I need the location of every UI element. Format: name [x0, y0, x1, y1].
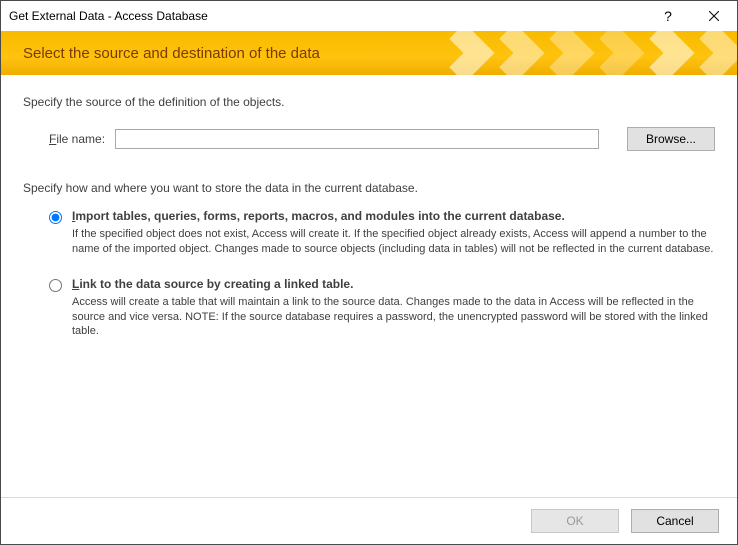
footer: OK Cancel: [1, 497, 737, 544]
help-button[interactable]: ?: [645, 1, 691, 31]
window-title: Get External Data - Access Database: [9, 9, 645, 23]
radio-link[interactable]: Link to the data source by creating a li…: [49, 277, 715, 340]
store-radio-group: Import tables, queries, forms, reports, …: [23, 209, 715, 339]
banner-title: Select the source and destination of the…: [23, 45, 320, 62]
radio-import-desc: If the specified object does not exist, …: [72, 227, 715, 257]
banner: Select the source and destination of the…: [1, 31, 737, 75]
banner-decoration: [417, 31, 737, 75]
dialog-window: Get External Data - Access Database ? Se…: [0, 0, 738, 545]
content-area: Specify the source of the definition of …: [1, 75, 737, 497]
file-name-input[interactable]: [115, 129, 599, 149]
radio-import-body: Import tables, queries, forms, reports, …: [72, 209, 715, 257]
close-icon: [709, 11, 719, 21]
radio-link-desc: Access will create a table that will mai…: [72, 295, 715, 340]
titlebar-controls: ?: [645, 1, 737, 31]
radio-link-input[interactable]: [49, 279, 62, 292]
radio-import-title: Import tables, queries, forms, reports, …: [72, 209, 715, 223]
titlebar: Get External Data - Access Database ?: [1, 1, 737, 31]
cancel-button[interactable]: Cancel: [631, 509, 719, 533]
radio-import-input[interactable]: [49, 211, 62, 224]
source-section-label: Specify the source of the definition of …: [23, 95, 715, 109]
file-name-label: File name:: [49, 132, 105, 146]
file-row: File name: Browse...: [23, 127, 715, 151]
browse-button[interactable]: Browse...: [627, 127, 715, 151]
close-button[interactable]: [691, 1, 737, 31]
radio-import[interactable]: Import tables, queries, forms, reports, …: [49, 209, 715, 257]
radio-link-title: Link to the data source by creating a li…: [72, 277, 715, 291]
radio-link-body: Link to the data source by creating a li…: [72, 277, 715, 340]
store-section-label: Specify how and where you want to store …: [23, 181, 715, 195]
ok-button[interactable]: OK: [531, 509, 619, 533]
